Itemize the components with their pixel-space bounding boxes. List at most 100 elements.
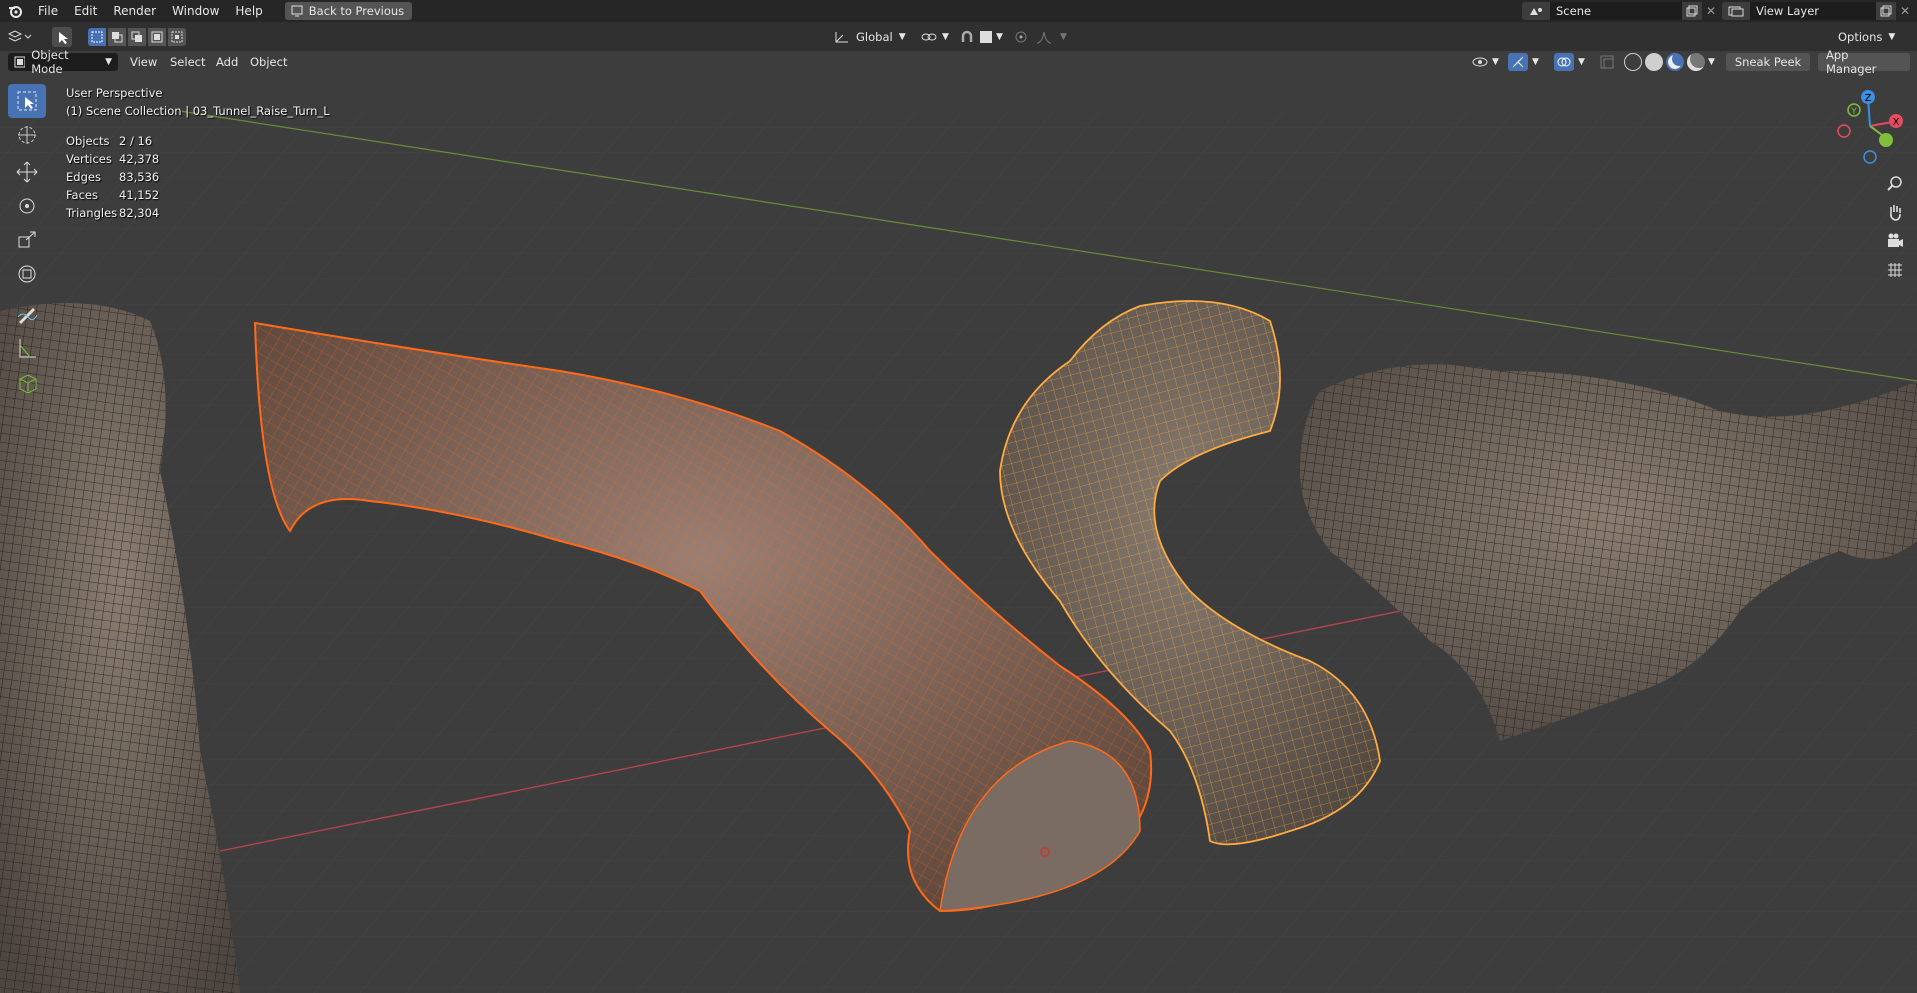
pivot-link-icon: [921, 33, 937, 41]
scene-selector: Scene ✕: [1522, 0, 1720, 22]
y-axis-handle[interactable]: [1879, 133, 1893, 147]
move-tool[interactable]: [8, 155, 46, 189]
rotate-icon: [19, 198, 35, 214]
svg-text:Y: Y: [1850, 107, 1857, 117]
tool-settings-header: Global ▼ ▼ ▼ ▼ Options ▼: [0, 22, 1917, 51]
snap-group: ▼: [958, 28, 1003, 46]
menu-add[interactable]: Add: [216, 53, 238, 71]
rendered-shading-icon[interactable]: [1687, 53, 1705, 71]
delete-scene-icon[interactable]: ✕: [1702, 2, 1720, 20]
chevron-down-icon: ▼: [105, 57, 112, 67]
menu-edit[interactable]: Edit: [66, 0, 105, 22]
select-subtract-icon[interactable]: [128, 28, 146, 46]
select-box-icon: [17, 91, 37, 111]
material-shading-icon[interactable]: [1666, 53, 1684, 71]
neg-z-handle[interactable]: [1863, 150, 1877, 164]
duplicate-icon: [1686, 5, 1698, 17]
cursor-tool[interactable]: [8, 118, 46, 152]
chevron-down-icon: ▼: [1888, 32, 1896, 42]
scene-name-field[interactable]: Scene: [1550, 2, 1682, 20]
hand-icon: [1890, 205, 1901, 221]
sneak-peek-button[interactable]: Sneak Peek: [1726, 53, 1810, 71]
editor-type-button[interactable]: [8, 28, 34, 46]
view-layer-browse-button[interactable]: [1722, 2, 1750, 20]
chevron-down-icon: ▼: [898, 32, 906, 42]
view-layer-selector: View Layer ✕: [1722, 0, 1914, 22]
navigation-gizmo[interactable]: X Z Y: [1830, 84, 1910, 164]
camera-icon: [1888, 233, 1903, 247]
annotate-tool[interactable]: [8, 297, 46, 331]
svg-text:X: X: [1893, 117, 1900, 128]
3d-viewport[interactable]: User Perspective (1) Scene Collection | …: [0, 51, 1917, 993]
scene-browse-button[interactable]: [1522, 2, 1550, 20]
new-scene-button[interactable]: [1682, 2, 1702, 20]
stat-vertices: Vertices 42,378: [66, 152, 160, 166]
xray-toggle[interactable]: [1600, 53, 1614, 71]
eye-icon: [1472, 57, 1488, 67]
editor-type-icon: [8, 30, 32, 42]
menu-file[interactable]: File: [30, 0, 66, 22]
chevron-down-icon: ▼: [1492, 57, 1499, 67]
chevron-down-icon[interactable]: ▼: [1708, 57, 1715, 67]
select-cursor-icon: [59, 32, 68, 44]
transform-tool[interactable]: [8, 257, 46, 291]
overlays-toggle[interactable]: ▼: [1554, 53, 1585, 71]
chevron-down-icon[interactable]: ▼: [1060, 32, 1067, 42]
view-layer-icon: [1728, 6, 1744, 17]
select-extend-icon[interactable]: [108, 28, 126, 46]
transform-orientation-dropdown[interactable]: Global ▼: [834, 28, 906, 46]
select-invert-icon[interactable]: [148, 28, 166, 46]
active-tool-button[interactable]: [52, 27, 72, 47]
visibility-dropdown[interactable]: ▼: [1472, 53, 1499, 71]
select-new-icon[interactable]: [88, 28, 106, 46]
blender-logo-icon[interactable]: [0, 0, 30, 22]
viewport-header: Object Mode ▼ View Select Add Object ▼ ▼…: [0, 48, 1917, 76]
mode-dropdown[interactable]: Object Mode ▼: [8, 48, 118, 76]
overlays-icon: [1554, 53, 1574, 71]
annotate-icon: [17, 308, 38, 324]
menu-select[interactable]: Select: [170, 53, 205, 71]
zoom-button[interactable]: [1881, 169, 1909, 197]
orientation-icon: [835, 32, 848, 43]
shading-mode-group: ▼: [1624, 53, 1715, 71]
pivot-point-dropdown[interactable]: ▼: [920, 28, 949, 46]
menu-render[interactable]: Render: [105, 0, 164, 22]
options-dropdown[interactable]: Options ▼: [1830, 28, 1904, 46]
chevron-down-icon[interactable]: ▼: [996, 32, 1003, 42]
neg-x-handle[interactable]: [1837, 124, 1851, 138]
scale-icon: [18, 231, 36, 248]
camera-view-button[interactable]: [1881, 227, 1909, 255]
delete-view-layer-icon[interactable]: ✕: [1896, 2, 1914, 20]
scene-icon: [1530, 8, 1542, 15]
svg-text:Z: Z: [1865, 93, 1872, 104]
scale-tool[interactable]: [8, 223, 46, 257]
measure-tool[interactable]: [8, 331, 46, 365]
perspective-label: User Perspective: [66, 86, 163, 100]
proportional-edit-icon[interactable]: [1014, 30, 1028, 44]
view-layer-name-field[interactable]: View Layer: [1750, 2, 1876, 20]
projection-toggle-button[interactable]: [1881, 256, 1909, 284]
screen-icon: [291, 5, 303, 17]
duplicate-icon: [1880, 5, 1892, 17]
solid-shading-icon[interactable]: [1645, 53, 1663, 71]
select-intersect-icon[interactable]: [168, 28, 186, 46]
gizmo-toggle[interactable]: ▼: [1508, 53, 1539, 71]
stat-faces: Faces 41,152: [66, 188, 160, 202]
select-box-tool[interactable]: [8, 84, 46, 118]
app-manager-button[interactable]: App Manager: [1818, 48, 1910, 76]
proportional-edit-group: ▼: [1014, 28, 1067, 46]
menu-object[interactable]: Object: [250, 53, 287, 71]
wireframe-shading-icon[interactable]: [1624, 53, 1642, 71]
falloff-curve-icon[interactable]: [1036, 30, 1052, 44]
menu-help[interactable]: Help: [227, 0, 270, 22]
menu-window[interactable]: Window: [164, 0, 227, 22]
menu-view[interactable]: View: [130, 53, 157, 71]
new-view-layer-button[interactable]: [1876, 2, 1896, 20]
rotate-tool[interactable]: [8, 189, 46, 223]
snap-target-icon[interactable]: [980, 31, 992, 43]
pan-button[interactable]: [1881, 198, 1909, 226]
add-cube-tool[interactable]: [8, 365, 46, 399]
snap-icon[interactable]: [958, 28, 976, 46]
back-to-previous-button[interactable]: Back to Previous: [284, 2, 413, 20]
xray-icon: [1600, 55, 1614, 69]
